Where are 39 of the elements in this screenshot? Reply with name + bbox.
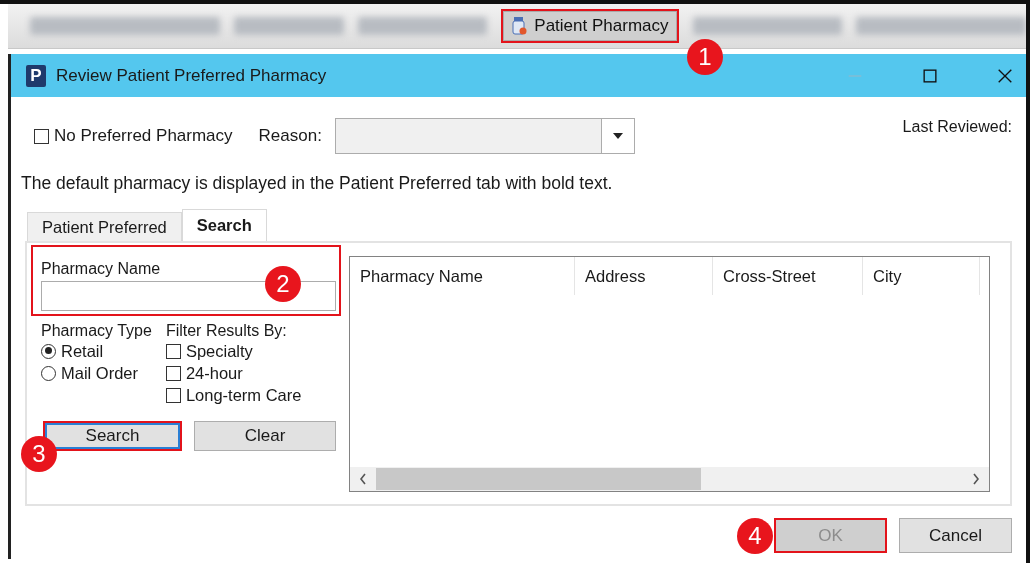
group-label: Pharmacy Type (41, 322, 152, 340)
radio-label: Mail Order (61, 363, 138, 383)
tab[interactable]: Search (181, 209, 267, 241)
window-title: Review Patient Preferred Pharmacy (56, 65, 327, 86)
search-button[interactable]: Search (43, 421, 182, 451)
scroll-left-icon[interactable] (359, 473, 367, 485)
last-reviewed-label: Last Reviewed: (902, 118, 1012, 136)
tab[interactable]: Patient Preferred (27, 212, 182, 241)
radio-label: Retail (61, 341, 104, 361)
checkbox[interactable] (34, 128, 49, 144)
medicine-bottle-icon (511, 16, 528, 36)
scroll-right-icon[interactable] (972, 473, 980, 485)
field-label: Pharmacy Name (41, 260, 162, 278)
column-header[interactable]: Cross-Street (713, 257, 863, 295)
clear-button[interactable]: Clear (194, 421, 336, 451)
horizontal-scrollbar[interactable] (350, 467, 989, 491)
radio-button[interactable] (41, 365, 56, 381)
checkbox[interactable] (165, 343, 181, 359)
radio-button[interactable] (41, 343, 56, 359)
group-label: Filter Results By: (165, 322, 288, 340)
callout-badge: 4 (737, 518, 773, 554)
column-header[interactable]: City (863, 257, 980, 295)
app-icon: P (26, 64, 46, 87)
dropdown-arrow-icon (611, 132, 624, 140)
notice-text: The default pharmacy is displayed in the Patient Preferred tab with bold text. (21, 173, 614, 194)
scrollbar-thumb[interactable] (376, 468, 701, 490)
reason-label: Reason: (258, 126, 322, 146)
checkbox-label: Specialty (185, 341, 253, 361)
checkbox[interactable] (165, 365, 181, 381)
checkbox-label: Long-term Care (185, 385, 302, 405)
checkbox[interactable] (165, 387, 181, 403)
callout-badge: 2 (265, 266, 301, 302)
column-header[interactable]: Address (575, 257, 713, 295)
cancel-button[interactable]: Cancel (899, 518, 1012, 553)
checkbox-label: No Preferred Pharmacy (54, 126, 233, 146)
column-header[interactable]: Pharmacy Name (350, 257, 575, 295)
patient-pharmacy-button[interactable]: Patient Pharmacy (501, 9, 679, 43)
checkbox-label: 24-hour (185, 363, 243, 383)
maximize-icon[interactable] (921, 66, 939, 85)
